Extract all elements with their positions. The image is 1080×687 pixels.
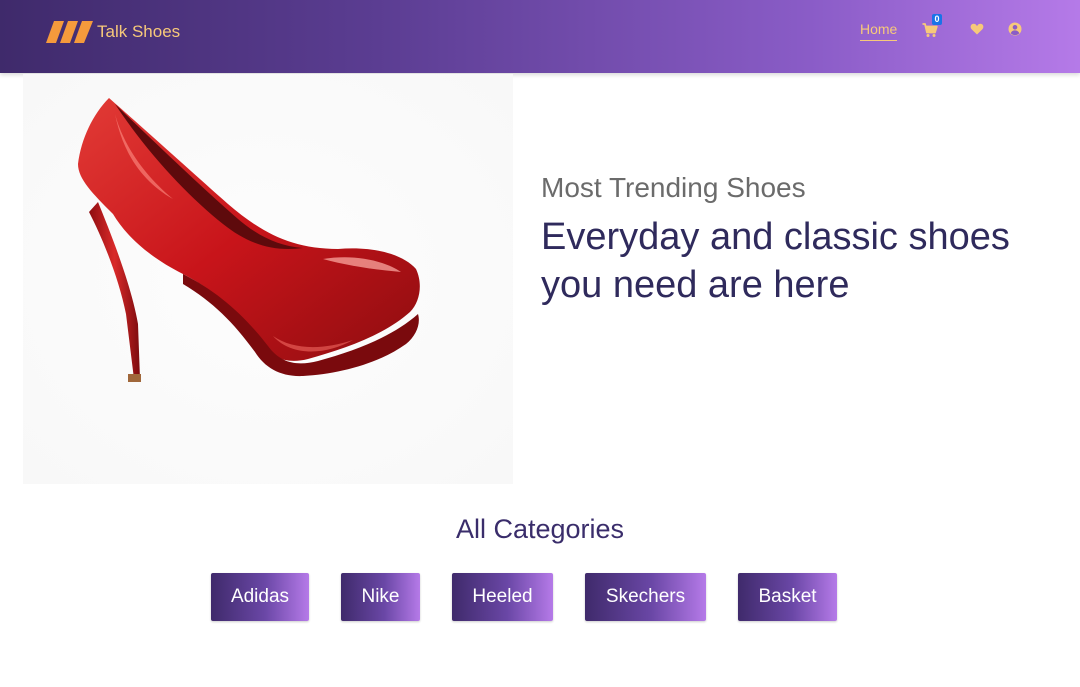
hero-subtitle: Most Trending Shoes [541,172,806,203]
category-button-nike[interactable]: Nike [341,573,420,621]
brand[interactable]: Talk Shoes [46,20,180,44]
category-button-adidas[interactable]: Adidas [211,573,309,621]
category-button-heeled[interactable]: Heeled [452,573,553,621]
nav-link-home[interactable]: Home [860,21,898,41]
hero-title: Everyday and classic shoes you need are … [541,216,1010,306]
user-circle-icon[interactable] [1008,22,1022,36]
categories-title: All Categories [455,514,625,544]
cart-count-badge: 0 [932,14,942,25]
category-button-skechers[interactable]: Skechers [585,573,706,621]
hero-shoe-image [23,74,513,484]
brand-name: Talk Shoes [97,22,181,41]
heart-icon[interactable] [970,22,984,36]
red-high-heel-shoe [78,98,420,382]
stripes-logo-icon [46,21,93,43]
top-navbar: Talk Shoes Home 0 [0,0,1080,73]
category-button-basket[interactable]: Basket [738,573,837,621]
